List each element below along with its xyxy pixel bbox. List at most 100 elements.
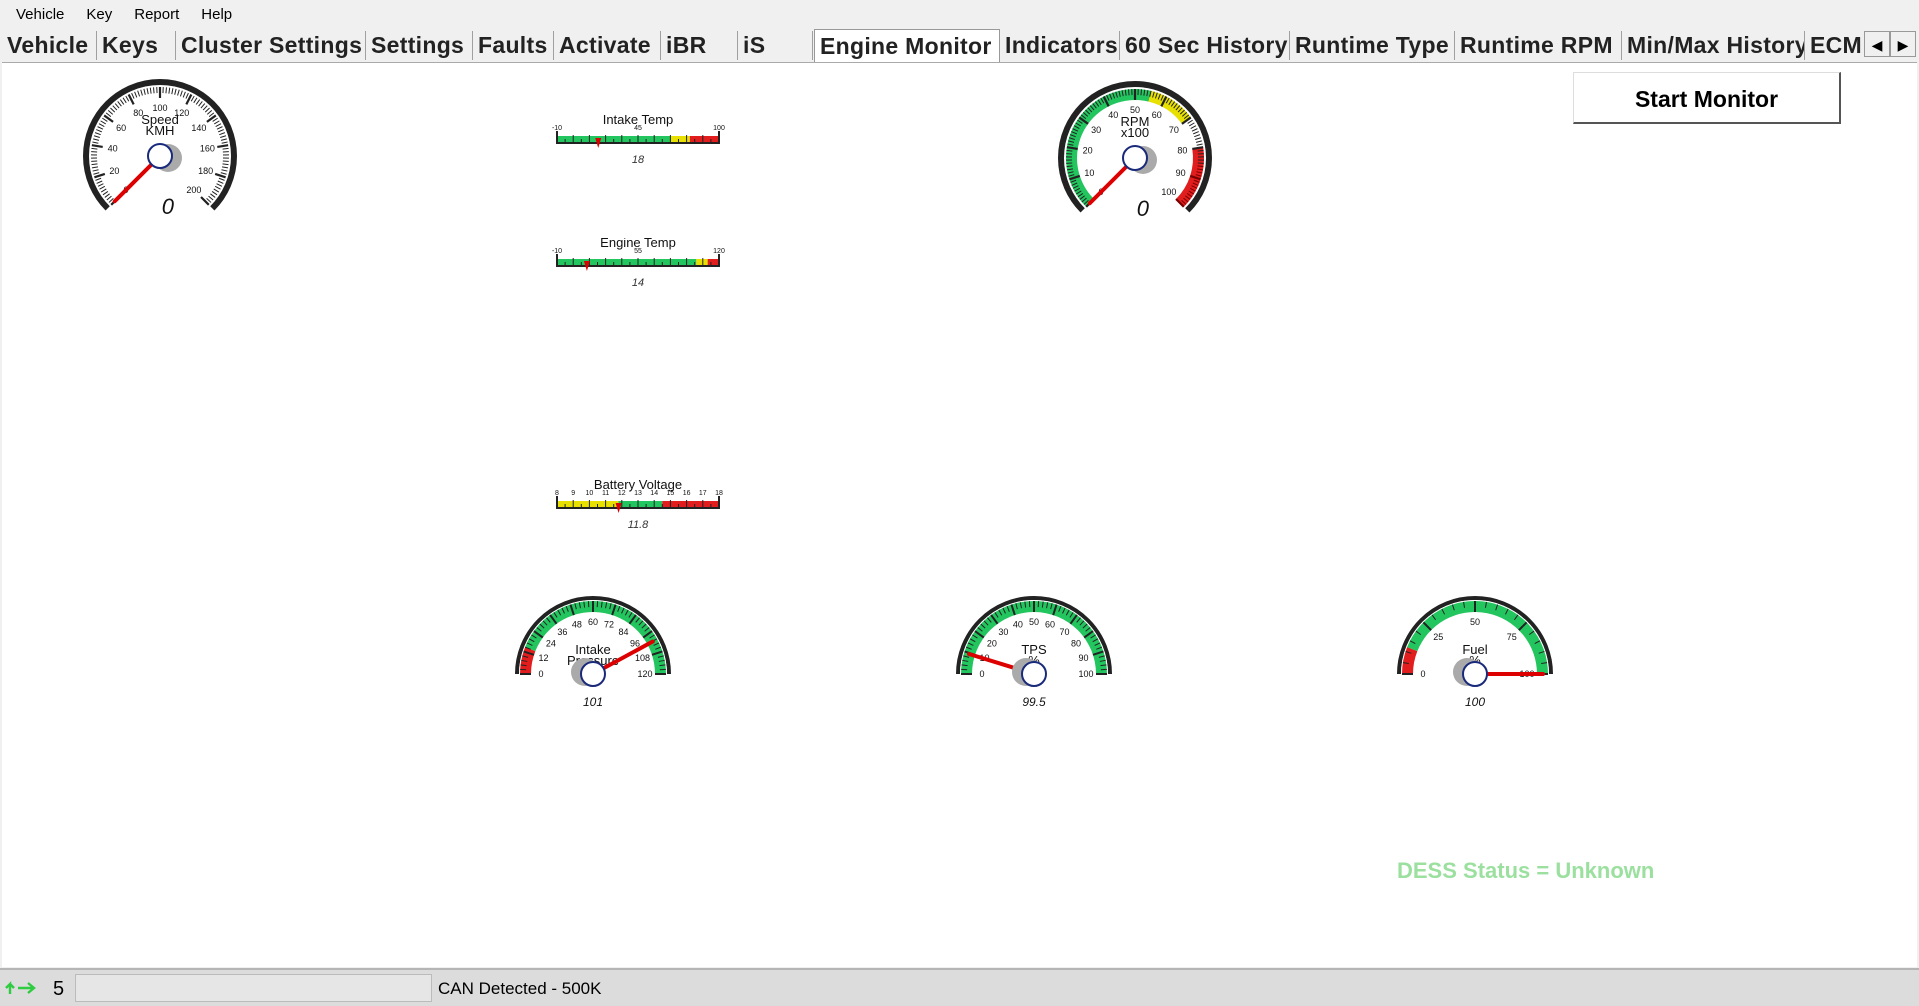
gauge-tick-label: 0 xyxy=(538,669,543,679)
can-status: CAN Detected - 500K xyxy=(438,979,602,998)
gauge-tick-label: 50 xyxy=(1470,617,1480,627)
gauge-tick-label: 30 xyxy=(998,627,1008,637)
menu-key[interactable]: Key xyxy=(86,6,112,23)
gauge-tick xyxy=(165,87,167,94)
tab-cluster-settings[interactable]: Cluster Settings xyxy=(176,31,366,60)
gauge-tick-label: 40 xyxy=(1013,620,1023,630)
gauge-tick-label: 80 xyxy=(1071,638,1081,648)
menu-help[interactable]: Help xyxy=(201,6,232,23)
gauge-tick-label: 60 xyxy=(116,123,126,133)
tab-activate[interactable]: Activate xyxy=(554,31,661,60)
bar-tick-label: 13 xyxy=(634,490,642,497)
gauge-tick xyxy=(222,147,229,150)
fuel-gauge: 0255075100Fuel%100 xyxy=(1390,596,1560,714)
tab-settings[interactable]: Settings xyxy=(366,31,473,60)
gauge-readout: 18 xyxy=(632,154,645,166)
gauge-tick-label: 120 xyxy=(637,669,652,679)
bar-tick-label: 12 xyxy=(618,490,626,497)
tab-60-sec-history[interactable]: 60 Sec History xyxy=(1120,31,1290,60)
gauge-tick-label: 20 xyxy=(987,638,997,648)
gauge-tick-label: 90 xyxy=(1176,168,1186,178)
bar-tick-label: 100 xyxy=(713,125,725,132)
tab-scroll-left-icon[interactable]: ◀ xyxy=(1864,31,1890,57)
gauge-tick-label: 70 xyxy=(1169,125,1179,135)
bar-tick-label: 16 xyxy=(683,490,691,497)
gauge-tick-label: 75 xyxy=(1507,632,1517,642)
gauge-tick-label: 200 xyxy=(186,185,201,195)
gauge-tick-label: 160 xyxy=(200,143,215,153)
intake-temp-gauge: Intake Temp -10 45 100 18 xyxy=(543,112,733,181)
tab-ibr[interactable]: iBR xyxy=(661,31,738,60)
bar-tick-label: 8 xyxy=(555,490,559,497)
gauge-tick-label: 36 xyxy=(557,627,567,637)
gauge-tick-label: 25 xyxy=(1433,632,1443,642)
gauge-tick-label: 20 xyxy=(1083,145,1093,155)
gauge-tick-label: 180 xyxy=(198,166,213,176)
gauge-hub xyxy=(1462,661,1488,687)
tab-is[interactable]: iS xyxy=(738,31,813,60)
gauge-tick-label: 90 xyxy=(1078,653,1088,663)
gauge-readout: 100 xyxy=(1465,695,1485,709)
gauge-tick-label: 10 xyxy=(1084,168,1094,178)
rpm-gauge: 0102030405060708090100RPMx1000 xyxy=(1053,80,1217,228)
gauge-tick-label: 50 xyxy=(1029,617,1039,627)
status-progress-field xyxy=(75,974,432,1002)
bar-tick-label: -10 xyxy=(552,248,562,255)
bar-segment xyxy=(707,259,719,265)
connection-arrows-icon xyxy=(5,981,36,994)
gauge-unit-label: KMH xyxy=(146,123,175,138)
gauge-tick-label: 24 xyxy=(546,638,556,648)
bar-segment xyxy=(618,501,663,507)
gauge-tick-label: 100 xyxy=(1078,669,1093,679)
menu-vehicle[interactable]: Vehicle xyxy=(16,6,64,23)
gauge-tick-label: 40 xyxy=(108,143,118,153)
tab-ecm[interactable]: ECM xyxy=(1805,31,1867,60)
bar-tick-label: 45 xyxy=(634,125,642,132)
gauge-unit-label: x100 xyxy=(1121,125,1149,140)
bar-tick-label: 120 xyxy=(713,248,725,255)
gauge-readout: 11.8 xyxy=(628,519,649,531)
bar-tick-label: 55 xyxy=(634,248,642,255)
tab-engine-monitor[interactable]: Engine Monitor xyxy=(814,29,1000,62)
bar-tick-label: -10 xyxy=(552,125,562,132)
gauge-readout: 14 xyxy=(632,277,644,289)
gauge-tick xyxy=(1140,89,1142,96)
bar-segment xyxy=(696,259,708,265)
tab-vehicle[interactable]: Vehicle xyxy=(2,31,97,60)
gauge-tick-label: 48 xyxy=(572,620,582,630)
dess-status: DESS Status = Unknown xyxy=(1397,858,1655,883)
menu-bar: Vehicle Key Report Help xyxy=(0,0,1919,28)
battery-voltage-gauge: Battery Voltage 8 9 10 11 12 13 14 15 16 17 18 11.8 xyxy=(543,477,733,546)
tab-runtime-type[interactable]: Runtime Type xyxy=(1290,31,1455,60)
gauge-hub xyxy=(580,661,606,687)
gauge-hub xyxy=(1122,145,1148,171)
gauge-tick-label: 84 xyxy=(619,627,629,637)
tab-min-max-history[interactable]: Min/Max History xyxy=(1622,31,1805,60)
gauge-hub xyxy=(147,143,173,169)
bar-segment xyxy=(557,501,619,507)
tab-keys[interactable]: Keys xyxy=(97,31,176,60)
status-bar: 5 CAN Detected - 500K xyxy=(0,968,1919,1006)
tab-bar: Vehicle Keys Cluster Settings Settings F… xyxy=(0,29,1919,62)
gauge-tick-label: 20 xyxy=(109,166,119,176)
tab-runtime-rpm[interactable]: Runtime RPM xyxy=(1455,31,1622,60)
intake-pressure-gauge: 0 12 24 36 48 60 72 84 96 108 120 Intake Pressure 101 xyxy=(508,596,678,714)
menu-report[interactable]: Report xyxy=(134,6,179,23)
gauge-tick-label: 0 xyxy=(979,669,984,679)
gauge-hub xyxy=(1021,661,1047,687)
bar-tick-label: 14 xyxy=(650,490,658,497)
engine-monitor-panel xyxy=(2,62,1917,967)
gauge-readout: 101 xyxy=(583,695,603,709)
tab-indicators[interactable]: Indicators xyxy=(1000,31,1120,60)
gauge-tick-label: 60 xyxy=(1045,620,1055,630)
gauge-tick-label: 140 xyxy=(191,123,206,133)
gauge-readout: 0 xyxy=(1137,196,1150,221)
gauge-tick-label: 96 xyxy=(630,638,640,648)
gauge-tick xyxy=(153,87,155,94)
gauge-tick-label: 30 xyxy=(1091,125,1101,135)
bar-tick-label: 11 xyxy=(602,490,609,497)
gauge-tick-label: 60 xyxy=(1152,110,1162,120)
tab-faults[interactable]: Faults xyxy=(473,31,554,60)
start-monitor-button[interactable]: Start Monitor xyxy=(1573,72,1841,124)
tab-scroll-right-icon[interactable]: ▶ xyxy=(1890,31,1916,57)
